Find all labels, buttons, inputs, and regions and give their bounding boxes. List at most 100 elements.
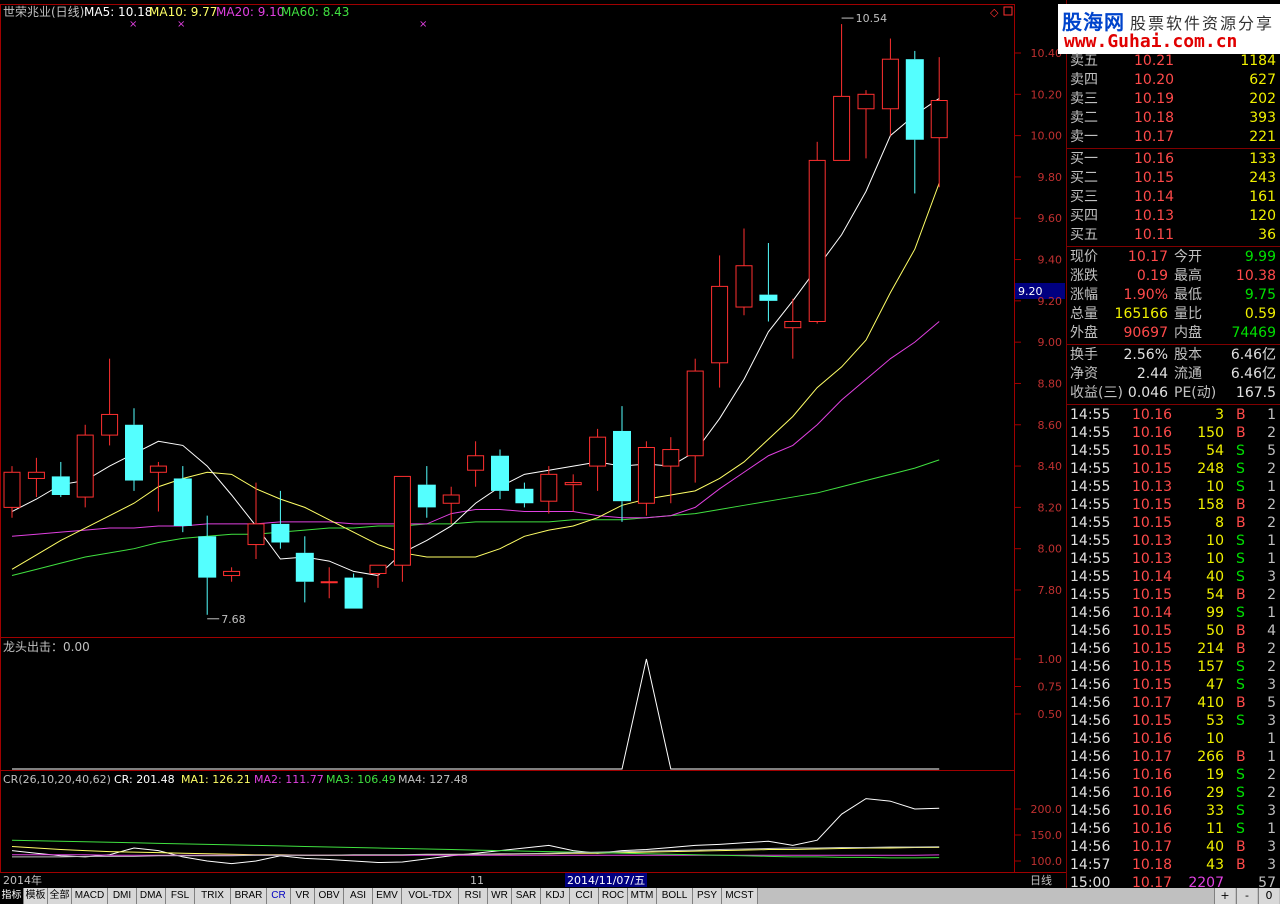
candle-body [173,478,192,526]
tick-time: 14:55 [1070,407,1111,423]
candle [101,358,119,446]
tick-price: 10.16 [1132,803,1173,819]
tick-volume: 157 [1197,659,1224,675]
tab-macd[interactable]: MACD [72,888,108,904]
reset-button[interactable]: 0 [1258,888,1279,904]
price-axis-tick-label: 9.00 [1038,336,1063,349]
candle [149,461,167,512]
tick-price: 10.13 [1132,533,1173,549]
candle [564,474,582,512]
candle-body [735,265,753,308]
tab-psy[interactable]: PSY [693,888,722,904]
tab-wr[interactable]: WR [488,888,512,904]
tick-volume: 248 [1197,461,1224,477]
price-axis-tick-label: 10.20 [1031,88,1063,101]
candle [930,57,948,188]
fundamental-label: 股本 [1174,347,1202,363]
tick-price: 10.14 [1132,569,1173,585]
tab-emv[interactable]: EMV [373,888,402,904]
fundamental-row: 收益(三) 0.046 PE(动) 167.5 [1068,384,1280,403]
tick-time: 14:55 [1070,533,1111,549]
tick-row: 14:56 10.15 53 S 3 [1068,712,1280,731]
candle [881,38,899,136]
tab-kdj[interactable]: KDJ [541,888,570,904]
tick-time: 14:55 [1070,515,1111,531]
tick-count: 3 [1267,803,1276,819]
tick-volume: 40 [1206,569,1224,585]
candle [393,475,411,582]
candle-body [198,536,217,578]
candle [173,466,192,533]
tick-time: 14:55 [1070,497,1111,513]
price-axis-tick-label: 10.00 [1031,130,1063,143]
bid-label: 买一 [1070,151,1098,167]
tab-模板[interactable]: 模板 [24,888,48,904]
candle-body [417,484,436,508]
fundamental-label: 流通 [1174,366,1202,382]
tick-row: 14:55 10.14 40 S 3 [1068,568,1280,587]
fundamental-label: PE(动) [1174,385,1217,401]
tab-mtm[interactable]: MTM [628,888,657,904]
tick-count: 3 [1267,839,1276,855]
tab-asi[interactable]: ASI [344,888,373,904]
candle-body [515,488,534,504]
tick-row: 14:56 10.15 47 S 3 [1068,676,1280,695]
tick-time: 14:56 [1070,713,1111,729]
tab-mcst[interactable]: MCST [722,888,758,904]
logo-url: www.Guhai.com.cn [1064,31,1238,52]
candle-body [589,436,607,467]
tick-count: 5 [1267,443,1276,459]
tab-dma[interactable]: DMA [137,888,166,904]
tab-rsi[interactable]: RSI [459,888,488,904]
candle-body [711,285,729,364]
bid-label: 买五 [1070,227,1098,243]
fundamental-value: 0.046 [1127,385,1168,401]
tick-time: 14:55 [1070,551,1111,567]
zoom-out-button[interactable]: - [1236,888,1257,904]
tab-roc[interactable]: ROC [599,888,628,904]
tick-time: 14:56 [1070,821,1111,837]
tab-vol-tdx[interactable]: VOL-TDX [402,888,459,904]
tab-boll[interactable]: BOLL [657,888,693,904]
tab-trix[interactable]: TRIX [195,888,231,904]
diamond-icon[interactable]: ◇ [990,6,999,19]
quote-value: 10.17 [1127,249,1168,265]
candle-body [247,523,265,546]
tab-cci[interactable]: CCI [570,888,599,904]
tab-vr[interactable]: VR [291,888,315,904]
tab-全部[interactable]: 全部 [48,888,72,904]
quote-label: 涨幅 [1070,287,1098,303]
price-axis-tick-label: 9.80 [1038,171,1063,184]
tick-time: 14:55 [1070,569,1111,585]
close-box-icon[interactable] [1003,6,1013,16]
tab-dmi[interactable]: DMI [108,888,137,904]
cr-legend-cr: CR: 201.48 [114,773,175,786]
tab-sar[interactable]: SAR [512,888,541,904]
dragon-head-line [12,658,940,770]
bid-row: 买三 10.14 161 [1068,188,1280,207]
tick-volume: 29 [1206,785,1224,801]
fundamental-row: 净资 2.44 流通 6.46亿 [1068,365,1280,384]
tick-direction: S [1236,713,1245,729]
tick-direction: B [1236,587,1246,603]
tick-time: 14:56 [1070,803,1111,819]
tab-cr[interactable]: CR [267,888,291,904]
zoom-in-button[interactable]: + [1214,888,1235,904]
period-label[interactable]: 日线 [1030,873,1052,887]
tab-fsl[interactable]: FSL [166,888,195,904]
candle-body [101,413,119,436]
tick-row: 14:55 10.13 10 S 1 [1068,550,1280,569]
tick-row: 14:56 10.16 29 S 2 [1068,784,1280,803]
tick-count: 5 [1267,695,1276,711]
panel-divider [1066,344,1280,345]
kline-chart-area[interactable]: 世荣兆业(日线) MA5: 10.18 MA10: 9.77 MA20: 9.1… [0,0,1066,888]
candlesticks [3,24,948,615]
cr-legend-head: CR(26,10,20,40,62) [3,773,111,786]
tab-指标[interactable]: 指标 [0,888,24,904]
tick-count: 1 [1267,749,1276,765]
tick-row: 14:56 10.15 214 B 2 [1068,640,1280,659]
tab-obv[interactable]: OBV [315,888,344,904]
tick-count: 2 [1267,785,1276,801]
tab-brar[interactable]: BRAR [231,888,267,904]
fundamental-value: 6.46亿 [1230,366,1276,382]
